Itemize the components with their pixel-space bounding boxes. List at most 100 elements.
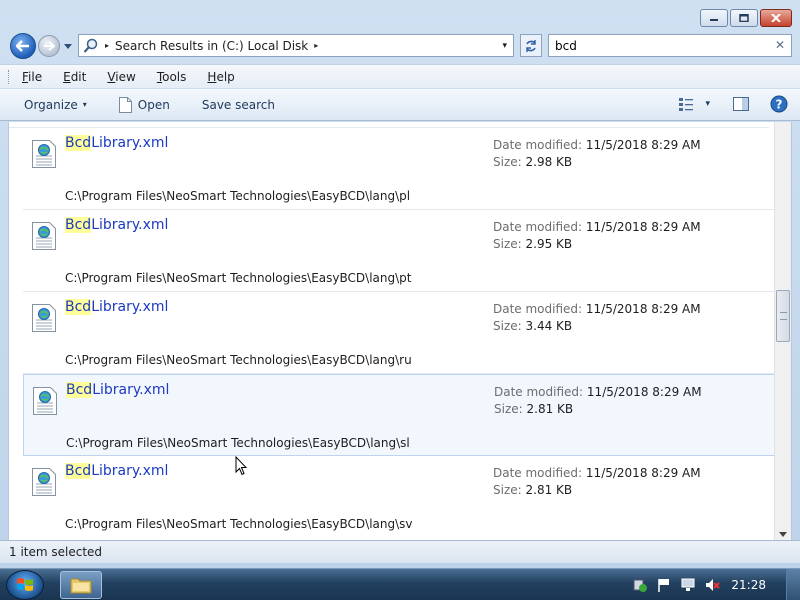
scrollbar-grip (780, 312, 787, 320)
file-name-rest: Library.xml (91, 217, 169, 233)
file-name[interactable]: BcdLibrary.xml (65, 135, 168, 151)
list-item[interactable]: BcdLibrary.xml Date modified: 11/5/2018 … (23, 210, 775, 292)
clock[interactable]: 21:28 (731, 578, 766, 592)
help-icon[interactable]: ? (770, 95, 788, 113)
match-highlight: Bcd (66, 382, 93, 398)
breadcrumb-separator[interactable]: ▸ (105, 41, 109, 50)
file-name[interactable]: BcdLibrary.xml (66, 382, 169, 398)
breadcrumb-separator[interactable]: ▸ (314, 41, 318, 50)
date-value: 11/5/2018 8:29 AM (585, 302, 701, 316)
taskbar-explorer-button[interactable] (60, 571, 102, 599)
back-button[interactable] (10, 33, 36, 59)
search-box[interactable]: ✕ (548, 34, 792, 57)
breadcrumb[interactable]: Search Results in (C:) Local Disk (115, 39, 308, 53)
date-label: Date modified: (493, 302, 583, 316)
size-value: 2.98 KB (525, 155, 573, 169)
menu-tools[interactable]: Tools (153, 70, 191, 84)
file-size: Size: 3.44 KB (493, 319, 572, 333)
date-label: Date modified: (493, 220, 583, 234)
search-icon (83, 38, 98, 53)
save-search-label: Save search (201, 97, 275, 112)
file-path: C:\Program Files\NeoSmart Technologies\E… (65, 189, 411, 203)
search-results-list[interactable]: BcdLibrary.xml Date modified: 11/5/2018 … (8, 122, 792, 540)
action-center-icon[interactable] (632, 577, 648, 593)
forward-button[interactable] (38, 35, 60, 57)
list-item[interactable]: BcdLibrary.xml Date modified: 11/5/2018 … (23, 292, 775, 374)
size-value: 2.95 KB (525, 237, 573, 251)
address-bar[interactable]: ▸ Search Results in (C:) Local Disk ▸ ▾ (78, 34, 514, 57)
file-name[interactable]: BcdLibrary.xml (65, 217, 168, 233)
show-desktop-button[interactable] (786, 569, 800, 600)
list-item[interactable]: BcdLibrary.xml Date modified: 11/5/2018 … (23, 128, 775, 210)
date-value: 11/5/2018 8:29 AM (585, 220, 701, 234)
menu-bar: File Edit View Tools Help (0, 64, 800, 88)
organize-button[interactable]: Organize ▾ (16, 94, 95, 116)
file-name[interactable]: BcdLibrary.xml (65, 463, 168, 479)
save-search-button[interactable]: Save search (194, 94, 283, 116)
xml-file-icon (32, 468, 56, 496)
volume-muted-icon[interactable] (704, 577, 720, 593)
status-bar: 1 item selected (0, 540, 800, 563)
view-controls: ▾ ? (677, 95, 788, 113)
size-label: Size: (493, 237, 522, 251)
maximize-button[interactable] (730, 9, 758, 27)
open-button[interactable]: Open (111, 93, 178, 117)
scrollbar-thumb[interactable] (776, 290, 790, 342)
file-name-rest: Library.xml (91, 135, 169, 151)
change-view-icon[interactable] (677, 95, 695, 113)
size-label: Size: (494, 402, 523, 416)
file-size: Size: 2.98 KB (493, 155, 572, 169)
file-name-rest: Library.xml (91, 299, 169, 315)
date-modified: Date modified: 11/5/2018 8:29 AM (493, 302, 701, 316)
vertical-scrollbar[interactable] (774, 122, 791, 540)
open-label: Open (137, 97, 170, 112)
file-path: C:\Program Files\NeoSmart Technologies\E… (65, 517, 413, 531)
date-modified: Date modified: 11/5/2018 8:29 AM (493, 220, 701, 234)
minimize-icon (710, 19, 718, 21)
xml-file-icon (32, 304, 56, 332)
menu-edit-accelerator: E (63, 69, 71, 84)
size-label: Size: (493, 155, 522, 169)
close-icon (771, 14, 781, 22)
xml-file-icon (32, 140, 56, 168)
refresh-button[interactable] (520, 34, 542, 57)
list-item-selected[interactable]: BcdLibrary.xml Date modified: 11/5/2018 … (23, 374, 775, 456)
list-item[interactable]: BcdLibrary.xml Date modified: 11/5/2018 … (23, 456, 775, 538)
search-input[interactable] (555, 38, 765, 53)
organize-label: Organize (24, 97, 78, 112)
arrow-left-icon (16, 40, 29, 52)
network-icon[interactable] (680, 577, 696, 593)
scroll-down-icon[interactable] (779, 532, 787, 538)
xml-file-icon (33, 387, 57, 415)
explorer-window: ▸ Search Results in (C:) Local Disk ▸ ▾ … (0, 0, 800, 568)
system-tray (632, 577, 720, 593)
file-name[interactable]: BcdLibrary.xml (65, 299, 168, 315)
menu-view[interactable]: View (103, 70, 139, 84)
menu-help[interactable]: Help (203, 70, 238, 84)
minimize-button[interactable] (700, 9, 728, 27)
chevron-down-icon[interactable]: ▾ (705, 99, 710, 109)
arrow-right-icon (44, 41, 55, 51)
recent-pages-dropdown[interactable] (64, 42, 72, 50)
size-value: 2.81 KB (526, 402, 574, 416)
close-button[interactable] (760, 9, 792, 27)
svg-text:?: ? (776, 98, 783, 112)
preview-pane-icon[interactable] (732, 95, 750, 113)
file-size: Size: 2.81 KB (493, 483, 572, 497)
date-label: Date modified: (493, 466, 583, 480)
date-modified: Date modified: 11/5/2018 8:29 AM (494, 385, 702, 399)
taskbar: 21:28 (0, 568, 800, 600)
menu-tools-label: ools (162, 69, 187, 84)
file-path: C:\Program Files\NeoSmart Technologies\E… (65, 271, 412, 285)
clear-search-icon[interactable]: ✕ (775, 38, 785, 52)
chevron-down-icon[interactable]: ▾ (502, 41, 507, 51)
start-button[interactable] (6, 570, 44, 600)
file-name-rest: Library.xml (91, 463, 169, 479)
flag-icon[interactable] (656, 577, 672, 593)
menu-file[interactable]: File (18, 70, 46, 84)
menu-edit[interactable]: Edit (59, 70, 90, 84)
match-highlight: Bcd (65, 463, 92, 479)
match-highlight: Bcd (65, 299, 92, 315)
address-row: ▸ Search Results in (C:) Local Disk ▸ ▾ … (8, 33, 792, 59)
windows-logo-icon (17, 578, 33, 591)
